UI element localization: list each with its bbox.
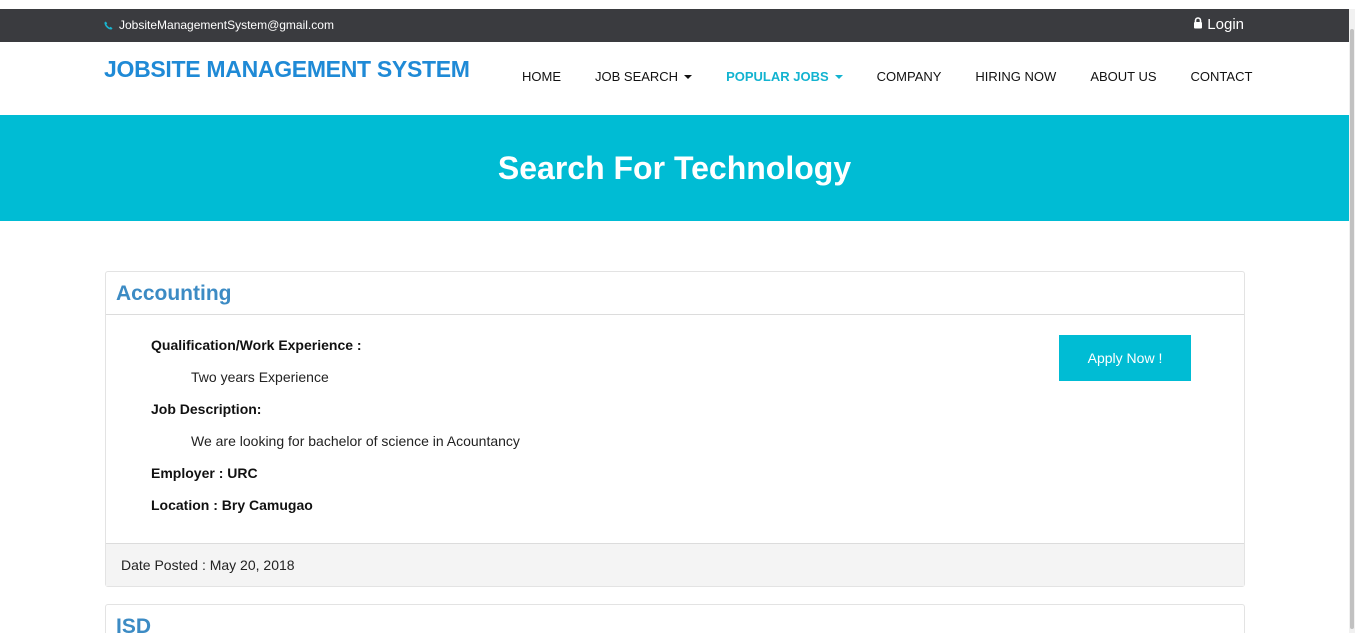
lock-icon [1193,16,1203,33]
qualification-label: Qualification/Work Experience : [151,337,362,353]
caret-down-icon [684,74,693,79]
nav-hiring-now[interactable]: HIRING NOW [958,69,1073,84]
top-strip [0,0,1355,9]
page-title: Search For Technology [497,150,852,186]
nav-contact[interactable]: CONTACT [1174,69,1270,84]
nav-company[interactable]: COMPANY [860,69,959,84]
nav-about-us[interactable]: ABOUT US [1073,69,1173,84]
scrollbar-thumb[interactable] [1350,29,1354,629]
qualification-value: Two years Experience [191,369,329,385]
nav-company-label: COMPANY [876,69,942,84]
nav-popular-jobs[interactable]: POPULAR JOBS [709,69,860,84]
description-value: We are looking for bachelor of science i… [191,433,520,449]
nav-home[interactable]: HOME [505,69,578,84]
login-label: Login [1207,16,1244,33]
login-link[interactable]: Login [1193,16,1244,33]
job-card: Accounting Qualification/Work Experience… [105,271,1245,587]
nav-hiring-now-label: HIRING NOW [975,69,1057,84]
apply-now-button[interactable]: Apply Now ! [1059,335,1191,381]
nav-about-us-label: ABOUT US [1090,69,1157,84]
job-title[interactable]: Accounting [106,272,1244,315]
caret-down-icon [834,74,843,79]
main-navbar: JOBSITE MANAGEMENT SYSTEM HOME JOB SEARC… [0,42,1349,115]
employer: Employer : URC [151,465,258,481]
date-posted: Date Posted : May 20, 2018 [106,543,1244,586]
job-card: ISD [105,604,1245,633]
nav-job-search-label: JOB SEARCH [595,69,679,84]
contact-email: JobsiteManagementSystem@gmail.com [104,18,334,32]
description-label: Job Description: [151,401,262,417]
nav-home-label: HOME [522,69,561,84]
contact-email-text: JobsiteManagementSystem@gmail.com [119,18,334,32]
nav-contact-label: CONTACT [1190,69,1253,84]
job-details: Qualification/Work Experience : Two year… [106,315,1244,543]
main-nav: HOME JOB SEARCH POPULAR JOBS COMPANY HIR… [505,69,1269,84]
phone-icon [104,20,113,30]
top-bar: JobsiteManagementSystem@gmail.com Login [0,9,1349,42]
nav-job-search[interactable]: JOB SEARCH [578,69,709,84]
location: Location : Bry Camugao [151,497,313,513]
job-title[interactable]: ISD [106,605,1244,633]
brand-logo[interactable]: JOBSITE MANAGEMENT SYSTEM [104,56,470,83]
page-scrollbar[interactable] [1349,9,1355,633]
nav-popular-jobs-label: POPULAR JOBS [726,69,829,84]
hero-banner: Search For Technology [0,115,1349,221]
